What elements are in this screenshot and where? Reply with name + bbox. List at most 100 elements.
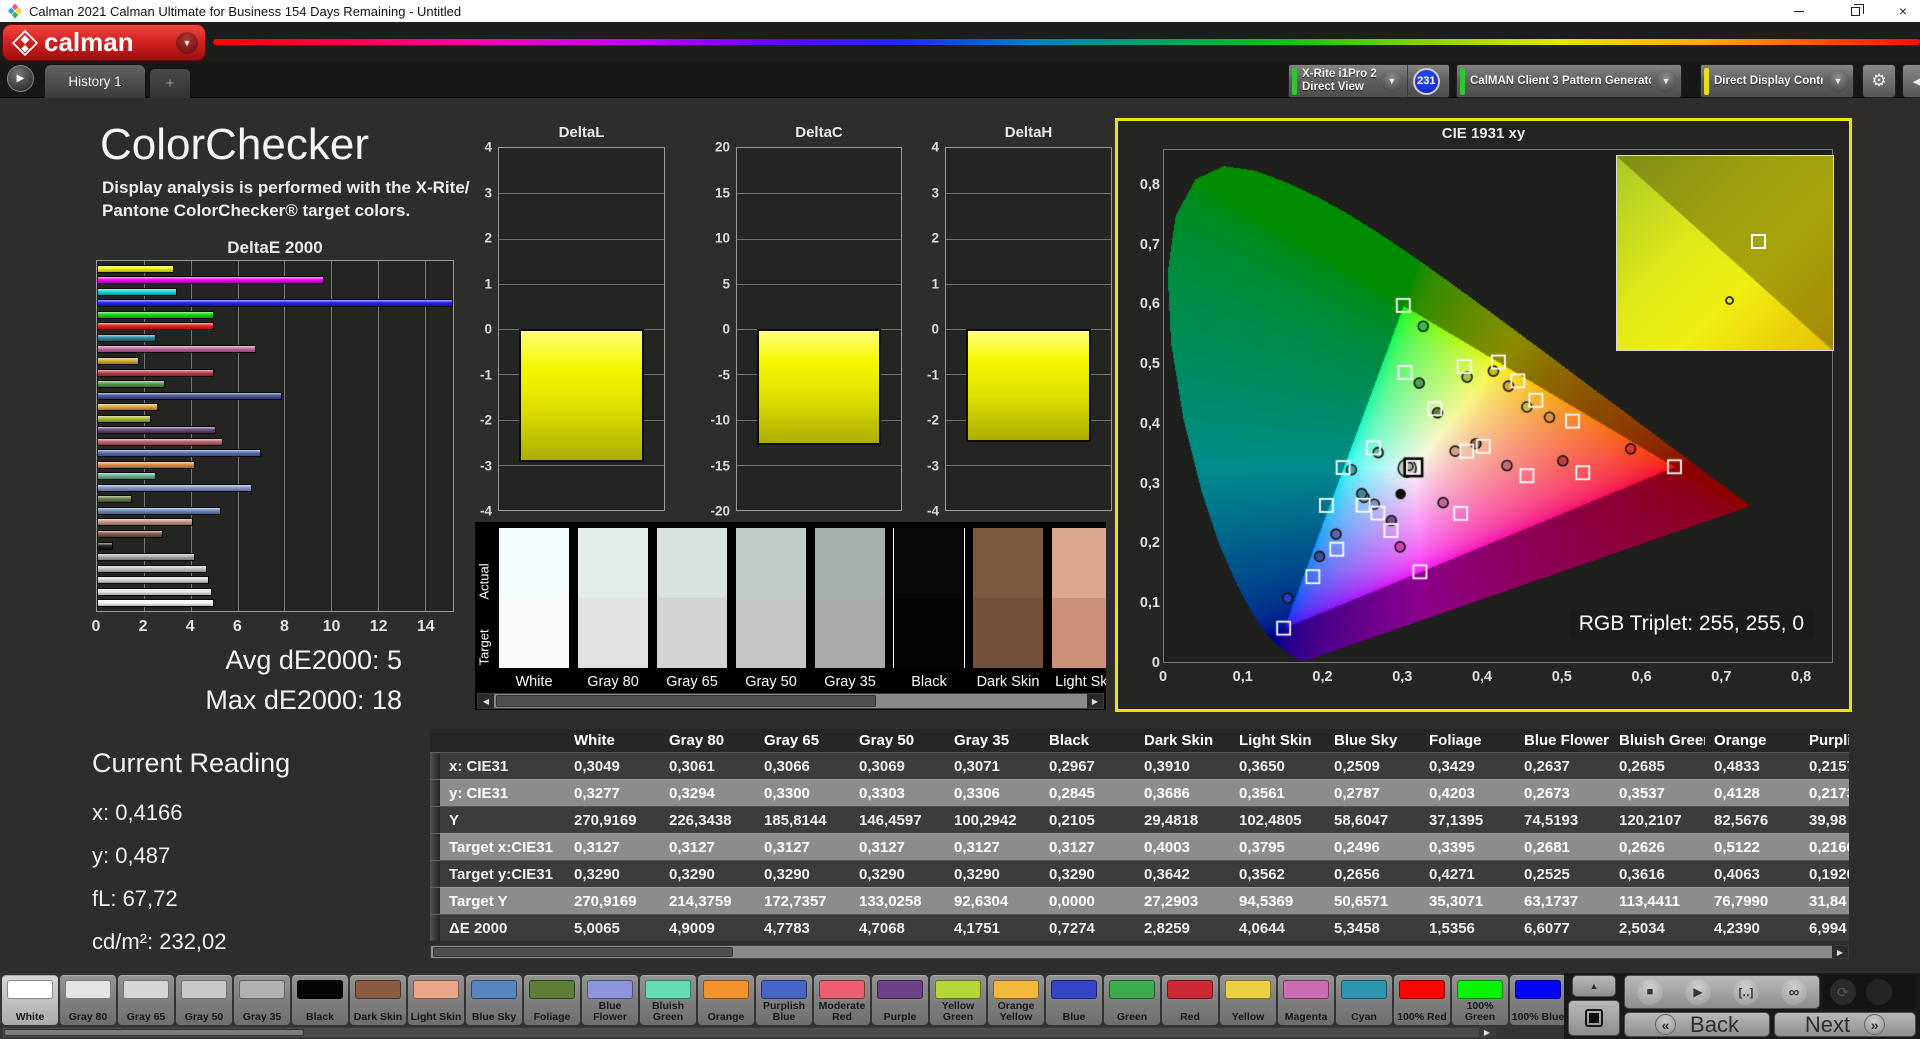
logo-dropdown-caret-icon[interactable]: ▼ — [176, 32, 198, 54]
deltae-bar-row — [97, 276, 453, 284]
deltae-bar-row — [97, 588, 453, 596]
pattern-tile-light-skin[interactable]: Light Skin — [408, 975, 464, 1025]
swatch-black[interactable] — [894, 528, 964, 668]
continuous-measure-button[interactable]: ∞ — [1781, 979, 1807, 1005]
calman-menu-button[interactable]: calman ▼ — [3, 25, 205, 60]
delta-gridline — [737, 284, 901, 285]
pattern-tile-magenta[interactable]: Magenta — [1278, 975, 1334, 1025]
pattern-tile-blue-sky[interactable]: Blue Sky — [466, 975, 522, 1025]
table-cell: 0,3049 — [565, 752, 660, 779]
pattern-tile-gray-80[interactable]: Gray 80 — [60, 975, 116, 1025]
refresh-button[interactable]: ⟳ — [1830, 979, 1856, 1005]
table-scroll-right-icon[interactable]: ▶ — [1832, 946, 1848, 958]
strip-scrollbar[interactable]: ◀ ▶ — [477, 693, 1104, 709]
swatch-dark-skin[interactable] — [973, 528, 1043, 668]
pattern-tile-100-blue[interactable]: 100% Blue — [1510, 975, 1564, 1025]
pattern-footer-bar: WhiteGray 80Gray 65Gray 50Gray 35BlackDa… — [0, 973, 1920, 1039]
pattern-tile-blue[interactable]: Blue — [1046, 975, 1102, 1025]
pattern-tile-black[interactable]: Black — [292, 975, 348, 1025]
tiles-scrollbar[interactable]: ▶ — [2, 1027, 1496, 1038]
pattern-tile-orange-yellow[interactable]: Orange Yellow — [988, 975, 1044, 1025]
delta-y-tick: 3 — [931, 185, 939, 200]
stop-pattern-button[interactable] — [1568, 1000, 1620, 1036]
pattern-tile-100-red[interactable]: 100% Red — [1394, 975, 1450, 1025]
tile-color-patch — [529, 980, 575, 999]
summary-stats: Avg dE2000: 5 Max dE2000: 18 — [140, 640, 402, 720]
close-button[interactable]: × — [1886, 0, 1920, 22]
restore-button[interactable] — [1838, 0, 1872, 22]
pattern-tile-cyan[interactable]: Cyan — [1336, 975, 1392, 1025]
inactive-round-button[interactable] — [1866, 979, 1892, 1005]
table-cell: 0,3429 — [1420, 752, 1515, 779]
pattern-generator-dropdown[interactable]: CalMAN Client 3 Pattern Generator ▼ — [1456, 64, 1682, 98]
swatch-gray-35[interactable] — [815, 528, 885, 668]
deltae-bar-row — [97, 518, 453, 526]
window-title: Calman 2021 Calman Ultimate for Business… — [29, 4, 461, 19]
swatch-actual — [499, 528, 569, 598]
pattern-tile-white[interactable]: White — [2, 975, 58, 1025]
display-control-dropdown[interactable]: Direct Display Control ▼ — [1700, 64, 1854, 98]
pattern-tile-gray-35[interactable]: Gray 35 — [234, 975, 290, 1025]
tab-history-1[interactable]: History 1 — [44, 64, 146, 98]
next-button[interactable]: Next » — [1774, 1012, 1916, 1037]
table-cell: 27,2903 — [1135, 887, 1230, 914]
swatch-actual — [578, 528, 648, 598]
meter-count-badge[interactable]: 231 — [1413, 68, 1440, 95]
table-cell: 0,3395 — [1420, 833, 1515, 860]
pattern-tile-blue-flower[interactable]: Blue Flower — [582, 975, 638, 1025]
pattern-tile-foliage[interactable]: Foliage — [524, 975, 580, 1025]
deltac-y-axis: 20151050-5-10-15-20 — [704, 147, 734, 511]
collapse-footer-button[interactable]: ▲ — [1572, 975, 1616, 997]
collapse-toolbar-button[interactable]: ◀ — [1902, 64, 1920, 98]
table-cell: 4,7783 — [755, 914, 850, 941]
pattern-tile-100-green[interactable]: 100% Green — [1452, 975, 1508, 1025]
deltae-bar-100-blue — [97, 299, 453, 307]
table-cell: 0,4003 — [1135, 833, 1230, 860]
table-cell: 0,2166 — [1800, 833, 1849, 860]
swatch-light-skin[interactable] — [1052, 528, 1106, 668]
tab-nav-arrow-icon[interactable]: ▶ — [7, 65, 34, 92]
play-measure-button[interactable]: ▶ — [1685, 979, 1711, 1005]
table-scrollbar-thumb[interactable] — [433, 947, 733, 957]
scroll-left-icon[interactable]: ◀ — [478, 694, 494, 708]
deltae-bar-cyan — [97, 334, 156, 342]
pattern-tile-yellow-green[interactable]: Yellow Green — [930, 975, 986, 1025]
table-cell: 0,3910 — [1135, 752, 1230, 779]
swatch-gray-80[interactable] — [578, 528, 648, 668]
swatch-white[interactable] — [499, 528, 569, 668]
pattern-tile-dark-skin[interactable]: Dark Skin — [350, 975, 406, 1025]
deltae-bar-row — [97, 495, 453, 503]
pattern-tile-moderate-red[interactable]: Moderate Red — [814, 975, 870, 1025]
series-measure-button[interactable]: [‥] — [1733, 979, 1759, 1005]
pattern-tile-bluish-green[interactable]: Bluish Green — [640, 975, 696, 1025]
table-cell: 0,3795 — [1230, 833, 1325, 860]
settings-gear-button[interactable]: ⚙ — [1862, 64, 1896, 98]
stop-measure-button[interactable]: ■ — [1637, 979, 1663, 1005]
back-button[interactable]: « Back — [1624, 1012, 1770, 1037]
deltac-chart-title: DeltaC — [736, 124, 902, 141]
pattern-tile-purple[interactable]: Purple — [872, 975, 928, 1025]
meter-dropdown[interactable]: X-Rite i1Pro 2 Direct View ▼ 231 — [1288, 64, 1450, 98]
scroll-right-icon[interactable]: ▶ — [1087, 694, 1103, 708]
strip-scrollbar-thumb[interactable] — [496, 695, 876, 707]
tiles-scrollbar-thumb[interactable] — [4, 1029, 304, 1036]
swatch-gray-50[interactable] — [736, 528, 806, 668]
pattern-tile-red[interactable]: Red — [1162, 975, 1218, 1025]
pattern-tile-purplish-blue[interactable]: Purplish Blue — [756, 975, 812, 1025]
add-tab-button[interactable]: + — [149, 68, 191, 98]
pattern-tile-green[interactable]: Green — [1104, 975, 1160, 1025]
display-control-label: Direct Display Control — [1714, 75, 1823, 87]
pattern-tile-yellow[interactable]: Yellow — [1220, 975, 1276, 1025]
cie-y-tick: 0,1 — [1130, 595, 1160, 611]
delta-y-tick: 3 — [484, 185, 492, 200]
table-scrollbar[interactable]: ▶ — [430, 945, 1849, 959]
pattern-tile-gray-50[interactable]: Gray 50 — [176, 975, 232, 1025]
tiles-scroll-right-icon[interactable]: ▶ — [1479, 1028, 1495, 1037]
deltae-bar-row — [97, 392, 453, 400]
swatch-gray-65[interactable] — [657, 528, 727, 668]
pattern-tile-gray-65[interactable]: Gray 65 — [118, 975, 174, 1025]
tile-color-patch — [1515, 980, 1561, 999]
pattern-tile-orange[interactable]: Orange — [698, 975, 754, 1025]
minimize-button[interactable] — [1782, 0, 1816, 22]
deltah-chart-title: DeltaH — [945, 124, 1112, 141]
